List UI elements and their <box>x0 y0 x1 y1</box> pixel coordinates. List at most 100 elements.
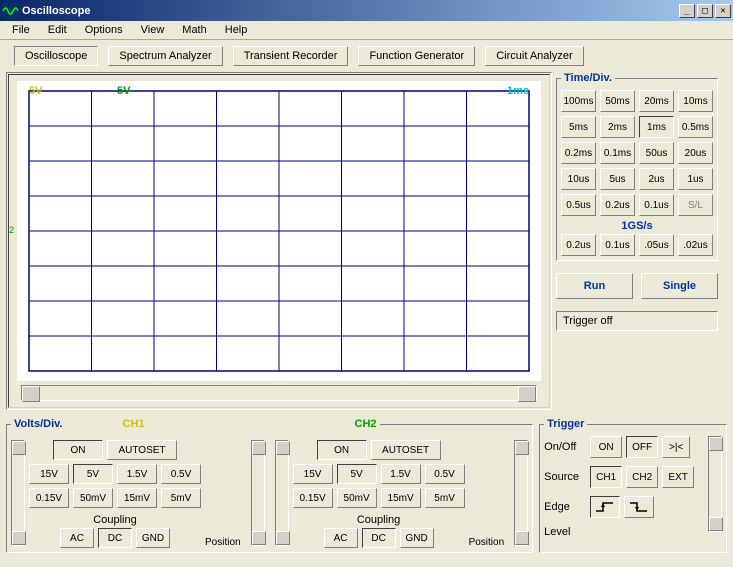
trigger-source-ch1[interactable]: CH1 <box>590 466 622 488</box>
ch1-volts-15V[interactable]: 1.5V <box>117 464 157 484</box>
ch1-volts-15mV[interactable]: 15mV <box>117 488 157 508</box>
timediv-01us[interactable]: 0.1us <box>639 194 674 216</box>
ch1-voltsdiv-slider[interactable] <box>11 440 25 546</box>
ch2-volts-15V[interactable]: 15V <box>293 464 333 484</box>
gs-01us[interactable]: 0.1us <box>600 234 635 256</box>
timediv-50us[interactable]: 50us <box>639 142 674 164</box>
timediv-05us[interactable]: 0.5us <box>561 194 596 216</box>
timediv-02ms[interactable]: 0.2ms <box>561 142 596 164</box>
menu-options[interactable]: Options <box>77 22 131 38</box>
gs-02us[interactable]: 0.2us <box>561 234 596 256</box>
trigger-level-label: Level <box>544 526 586 538</box>
gs-02us[interactable]: .02us <box>678 234 713 256</box>
trigger-edge-falling[interactable] <box>624 496 654 518</box>
minimize-button[interactable]: _ <box>679 4 695 18</box>
timediv-20us[interactable]: 20us <box>678 142 713 164</box>
trigger-source-ext[interactable]: EXT <box>662 466 694 488</box>
ch2-coupling-gnd[interactable]: GND <box>400 528 434 548</box>
menu-view[interactable]: View <box>133 22 173 38</box>
ch2-volts-015V[interactable]: 0.15V <box>293 488 333 508</box>
ch1-position-slider[interactable] <box>251 440 265 546</box>
menu-file[interactable]: File <box>4 22 38 38</box>
maximize-button[interactable]: □ <box>697 4 713 18</box>
ch1-volts-5V[interactable]: 5V <box>73 464 113 484</box>
timediv-10ms[interactable]: 10ms <box>678 90 713 112</box>
timediv-10us[interactable]: 10us <box>561 168 596 190</box>
ch2-position-slider[interactable] <box>514 440 528 546</box>
menu-help[interactable]: Help <box>217 22 256 38</box>
ch2-volts-15mV[interactable]: 15mV <box>381 488 421 508</box>
axis-marker: 2 <box>9 225 14 235</box>
ch2-volts-50mV[interactable]: 50mV <box>337 488 377 508</box>
ch1-volts-50mV[interactable]: 50mV <box>73 488 113 508</box>
timediv-01ms[interactable]: 0.1ms <box>600 142 635 164</box>
trigger-level-slider[interactable] <box>708 436 722 532</box>
timediv-2ms[interactable]: 2ms <box>600 116 635 138</box>
ch2-coupling-ac[interactable]: AC <box>324 528 358 548</box>
timediv-5us[interactable]: 5us <box>600 168 635 190</box>
mode-toolbar: Oscilloscope Spectrum Analyzer Transient… <box>0 40 733 72</box>
timediv-2us[interactable]: 2us <box>639 168 674 190</box>
ch1-autoset-button[interactable]: AUTOSET <box>107 440 177 460</box>
time-label: 1ms <box>507 85 529 97</box>
trigger-onoff-label: On/Off <box>544 441 586 453</box>
titlebar: Oscilloscope _ □ ✕ <box>0 0 733 21</box>
ch1-volts-015V[interactable]: 0.15V <box>29 488 69 508</box>
horizontal-scrollbar[interactable] <box>21 385 537 401</box>
timediv-05ms[interactable]: 0.5ms <box>678 116 713 138</box>
close-button[interactable]: ✕ <box>715 4 731 18</box>
ch2-header: CH2 <box>355 418 377 430</box>
ch1-coupling-dc[interactable]: DC <box>98 528 132 548</box>
ch2-volts-05V[interactable]: 0.5V <box>425 464 465 484</box>
tab-function-generator[interactable]: Function Generator <box>358 46 475 66</box>
timediv-1us[interactable]: 1us <box>678 168 713 190</box>
scope-display: 5V 5V 1ms 2 <box>17 81 541 381</box>
ch2-volts-5mV[interactable]: 5mV <box>425 488 465 508</box>
ch1-volts-15V[interactable]: 15V <box>29 464 69 484</box>
trigger-on-button[interactable]: ON <box>590 436 622 458</box>
rising-edge-icon <box>595 501 615 513</box>
menu-math[interactable]: Math <box>174 22 214 38</box>
trigger-source-label: Source <box>544 471 586 483</box>
ch1-coupling-gnd[interactable]: GND <box>136 528 170 548</box>
gs-05us[interactable]: .05us <box>639 234 674 256</box>
menubar: File Edit Options View Math Help <box>0 21 733 40</box>
voltsdiv-legend: Volts/Div. <box>14 418 63 430</box>
ch2-volts-5V[interactable]: 5V <box>337 464 377 484</box>
ch2-autoset-button[interactable]: AUTOSET <box>371 440 441 460</box>
timediv-1ms[interactable]: 1ms <box>639 116 674 138</box>
timediv-20ms[interactable]: 20ms <box>639 90 674 112</box>
ch2-block: ON AUTOSET 15V5V1.5V0.5V 0.15V50mV15mV5m… <box>275 440 505 548</box>
tab-oscilloscope[interactable]: Oscilloscope <box>14 46 98 66</box>
timediv-50ms[interactable]: 50ms <box>600 90 635 112</box>
tab-circuit-analyzer[interactable]: Circuit Analyzer <box>485 46 583 66</box>
ch2-on-button[interactable]: ON <box>317 440 367 460</box>
ch1-coupling-ac[interactable]: AC <box>60 528 94 548</box>
ch1-volts-05V[interactable]: 0.5V <box>161 464 201 484</box>
timediv-5ms[interactable]: 5ms <box>561 116 596 138</box>
ch1-volts-5mV[interactable]: 5mV <box>161 488 201 508</box>
ch1-coupling-label: Coupling <box>93 514 136 526</box>
window-title: Oscilloscope <box>22 5 679 17</box>
trigger-group: Trigger On/Off ON OFF >|< Source CH1 CH2… <box>539 418 727 553</box>
run-button[interactable]: Run <box>556 273 633 299</box>
trigger-off-button[interactable]: OFF <box>626 436 658 458</box>
ch2-voltsdiv-slider[interactable] <box>275 440 289 546</box>
menu-edit[interactable]: Edit <box>40 22 75 38</box>
trigger-source-ch2[interactable]: CH2 <box>626 466 658 488</box>
trigger-edge-rising[interactable] <box>590 496 620 518</box>
trigger-reset-button[interactable]: >|< <box>662 436 690 458</box>
ch1-on-button[interactable]: ON <box>53 440 103 460</box>
ch2-coupling-label: Coupling <box>357 514 400 526</box>
timediv-group: Time/Div. 100ms50ms20ms10ms 5ms2ms1ms0.5m… <box>556 72 718 261</box>
ch2-coupling-dc[interactable]: DC <box>362 528 396 548</box>
ch1-position-label: Position <box>205 535 241 548</box>
tab-transient-recorder[interactable]: Transient Recorder <box>233 46 349 66</box>
single-button[interactable]: Single <box>641 273 718 299</box>
ch1-block: ON AUTOSET 15V5V1.5V0.5V 0.15V50mV15mV5m… <box>11 440 241 548</box>
timediv-legend: Time/Div. <box>561 72 615 84</box>
tab-spectrum-analyzer[interactable]: Spectrum Analyzer <box>108 46 222 66</box>
timediv-02us[interactable]: 0.2us <box>600 194 635 216</box>
ch2-volts-15V[interactable]: 1.5V <box>381 464 421 484</box>
timediv-100ms[interactable]: 100ms <box>561 90 596 112</box>
